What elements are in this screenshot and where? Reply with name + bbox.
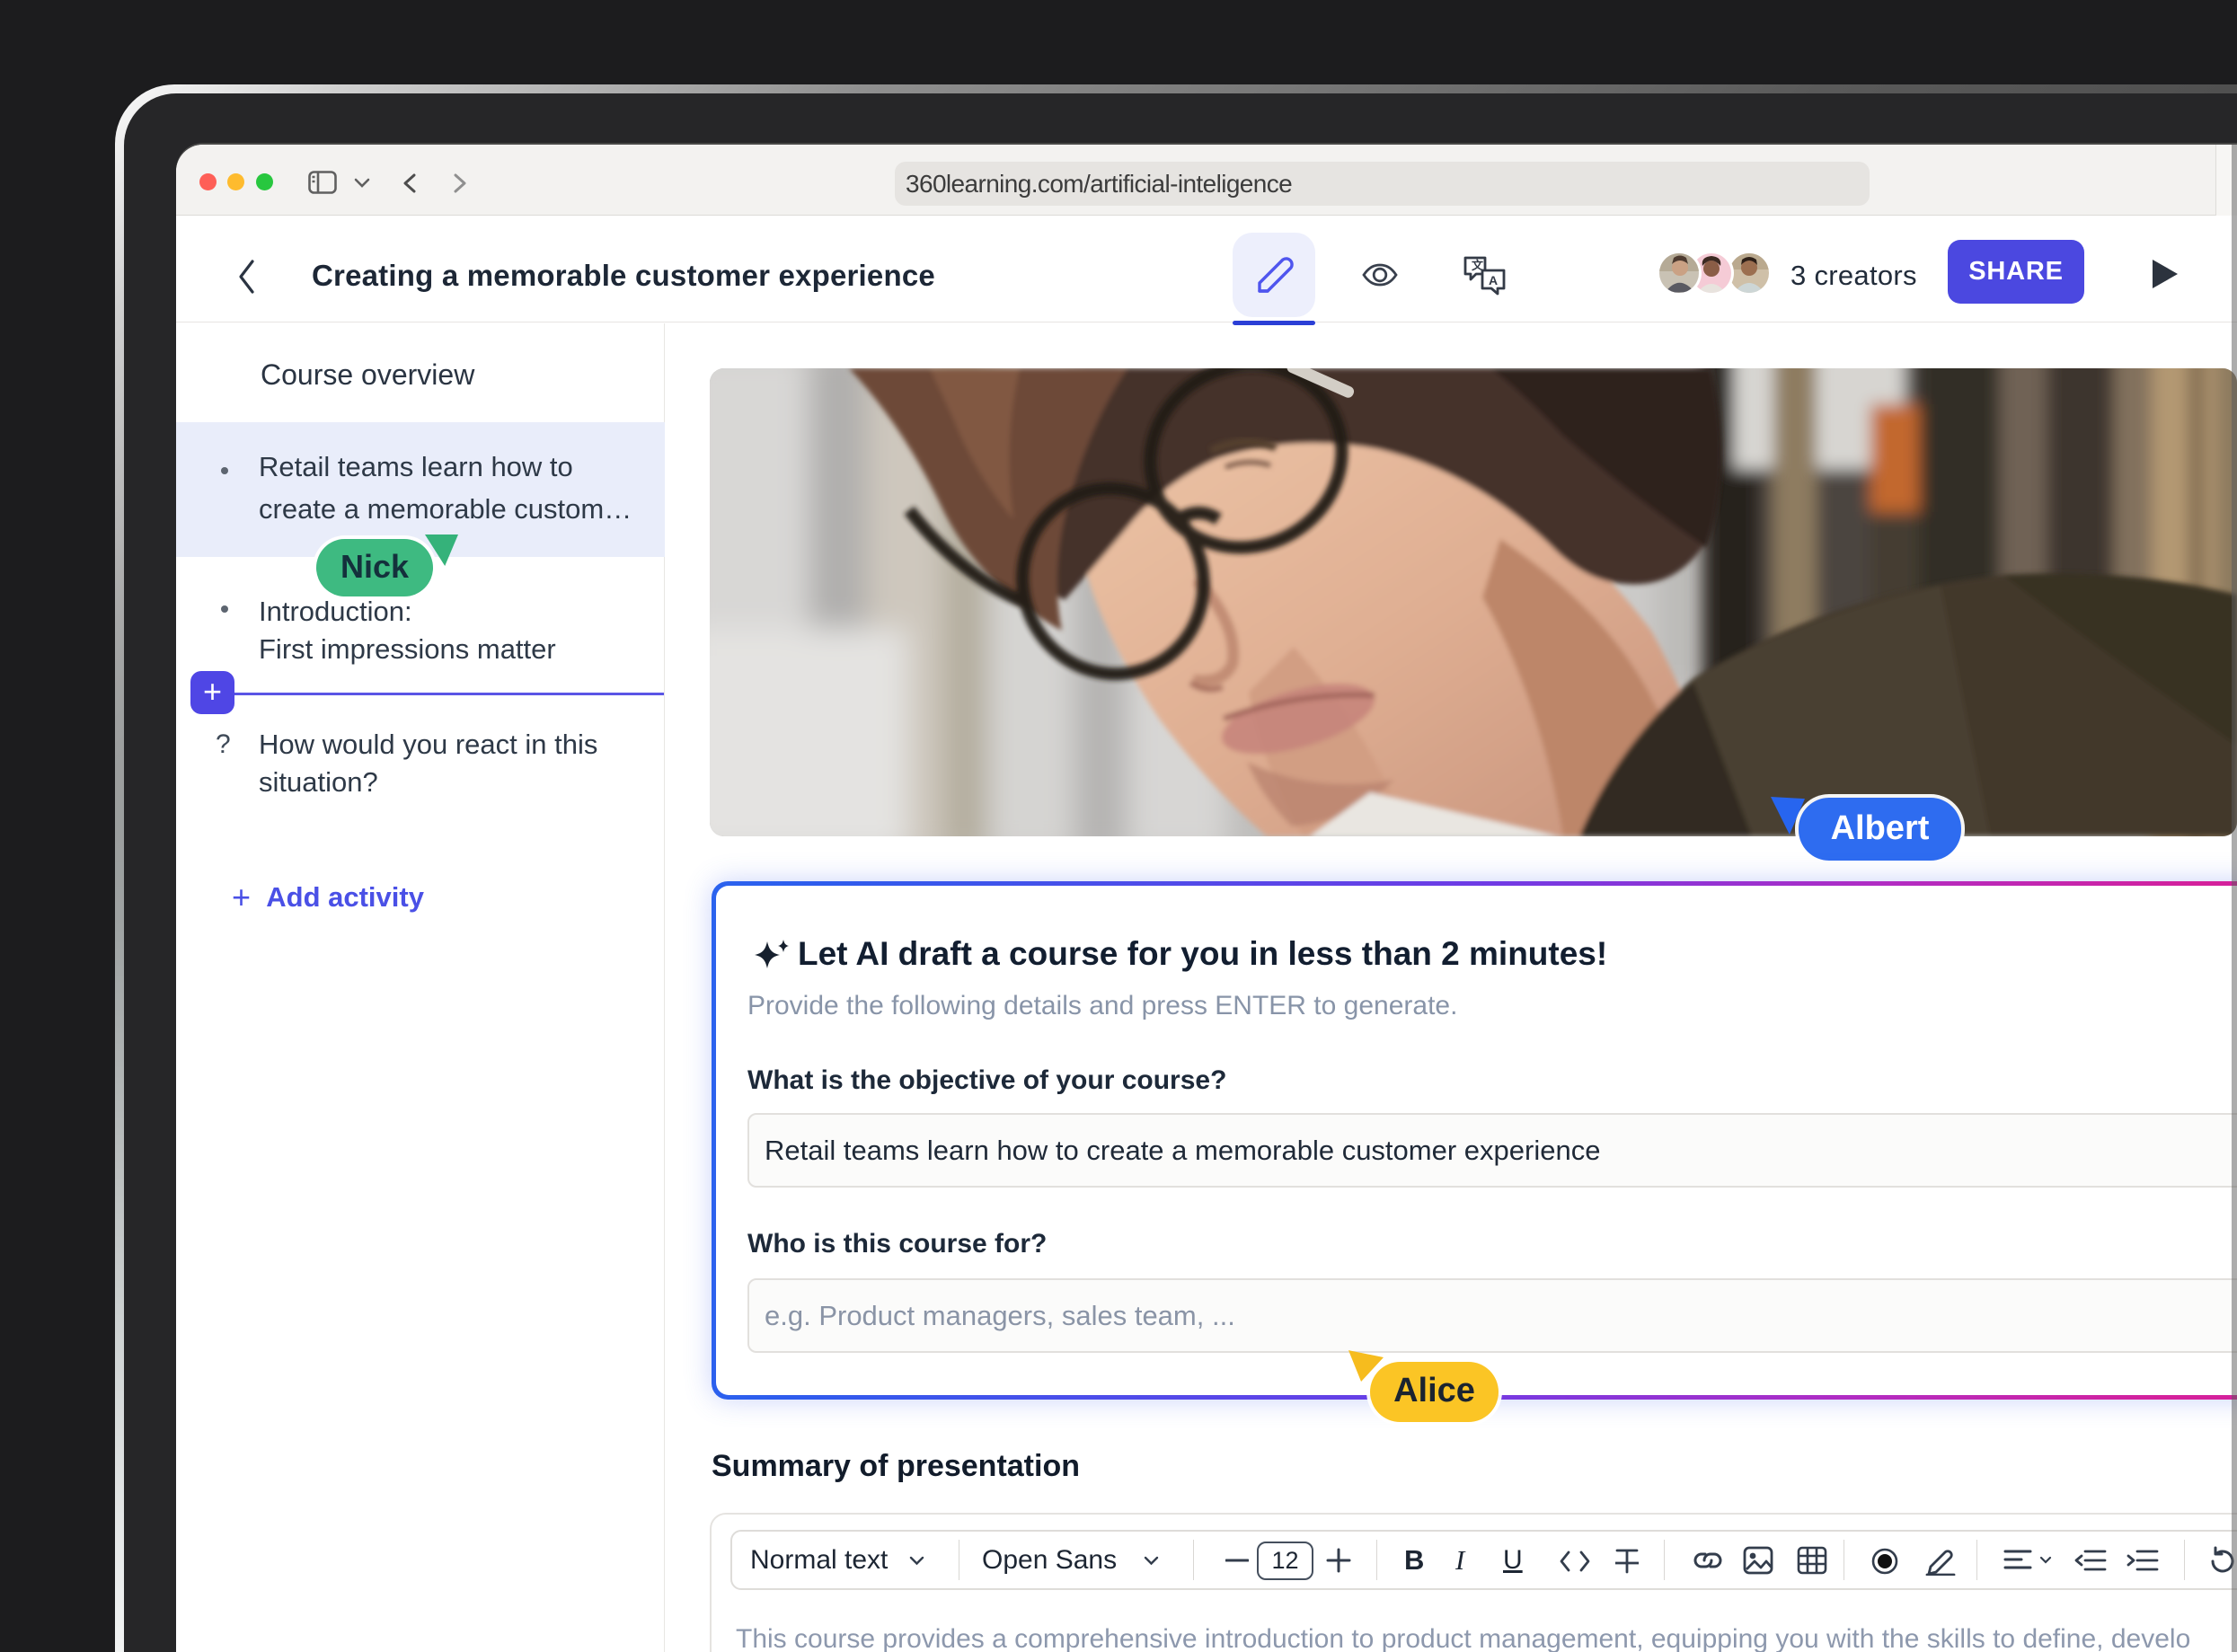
- svg-text:文: 文: [1472, 259, 1484, 272]
- svg-text:A: A: [1489, 273, 1498, 287]
